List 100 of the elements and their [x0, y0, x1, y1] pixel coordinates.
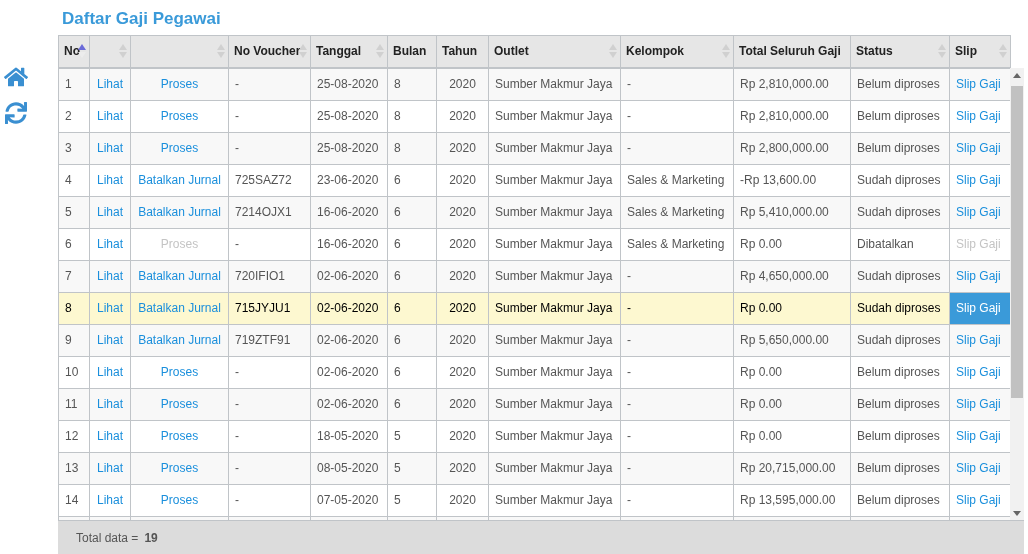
- scroll-up-icon[interactable]: [1013, 72, 1021, 78]
- column-header[interactable]: Bulan: [387, 35, 437, 68]
- action-link[interactable]: Proses: [160, 365, 199, 380]
- action-link[interactable]: Batalkan Jurnal: [138, 333, 221, 348]
- table-cell: 02-06-2020: [310, 356, 388, 389]
- table-cell: Belum diproses: [850, 388, 950, 421]
- slip-link[interactable]: Slip Gaji: [956, 77, 1001, 92]
- table-cell: Sumber Makmur Jaya: [488, 484, 621, 517]
- scrollbar-thumb[interactable]: [1011, 85, 1023, 398]
- table-cell: Sudah diproses: [850, 324, 950, 357]
- table-cell: -: [620, 292, 734, 325]
- column-header[interactable]: Kelompok: [620, 35, 734, 68]
- column-header[interactable]: Tanggal: [310, 35, 388, 68]
- slip-link[interactable]: Slip Gaji: [956, 365, 1001, 380]
- slip-link[interactable]: Slip Gaji: [956, 461, 1001, 476]
- column-header[interactable]: Tahun: [436, 35, 489, 68]
- view-link[interactable]: Lihat: [97, 301, 123, 316]
- table-cell: -: [620, 356, 734, 389]
- slip-link[interactable]: Slip Gaji: [956, 109, 1001, 124]
- table-cell: 2: [58, 100, 90, 133]
- table-cell: Rp 0.00: [733, 420, 851, 453]
- slip-link[interactable]: Slip Gaji: [956, 333, 1001, 348]
- view-link[interactable]: Lihat: [97, 109, 123, 124]
- action-link[interactable]: Batalkan Jurnal: [138, 269, 221, 284]
- column-header[interactable]: No: [58, 35, 90, 68]
- table-cell: 13: [58, 452, 90, 485]
- table-cell: Sumber Makmur Jaya: [488, 132, 621, 165]
- table-cell: 12: [58, 420, 90, 453]
- action-link[interactable]: Proses: [160, 429, 199, 444]
- action-link[interactable]: Batalkan Jurnal: [138, 205, 221, 220]
- view-link[interactable]: Lihat: [97, 493, 123, 508]
- slip-link[interactable]: Slip Gaji: [956, 205, 1001, 220]
- home-icon[interactable]: [4, 66, 28, 88]
- table-cell: -: [228, 68, 311, 101]
- table-cell: Sumber Makmur Jaya: [488, 356, 621, 389]
- table-cell: -: [620, 100, 734, 133]
- table-cell: Sumber Makmur Jaya: [488, 324, 621, 357]
- refresh-icon[interactable]: [5, 102, 27, 124]
- table-cell: 5: [387, 420, 437, 453]
- table-cell: Rp 0.00: [733, 388, 851, 421]
- table-cell: Sales & Marketing: [620, 228, 734, 261]
- slip-link[interactable]: Slip Gaji: [956, 173, 1001, 188]
- table-cell: 25-08-2020: [310, 68, 388, 101]
- action-link[interactable]: Batalkan Jurnal: [138, 173, 221, 188]
- table-cell: Belum diproses: [850, 484, 950, 517]
- column-header[interactable]: No Voucher: [228, 35, 311, 68]
- slip-link[interactable]: Slip Gaji: [956, 301, 1001, 316]
- table-cell: -: [228, 420, 311, 453]
- table-cell: 14: [58, 484, 90, 517]
- column-header[interactable]: Total Seluruh Gaji: [733, 35, 851, 68]
- table-cell: 6: [387, 292, 437, 325]
- action-link[interactable]: Proses: [160, 461, 199, 476]
- column-header[interactable]: Outlet: [488, 35, 621, 68]
- table-cell: 02-06-2020: [310, 324, 388, 357]
- view-link[interactable]: Lihat: [97, 269, 123, 284]
- view-link[interactable]: Lihat: [97, 237, 123, 252]
- table-cell: 6: [387, 260, 437, 293]
- action-link[interactable]: Proses: [160, 77, 199, 92]
- slip-link[interactable]: Slip Gaji: [956, 269, 1001, 284]
- table-cell: Sudah diproses: [850, 164, 950, 197]
- slip-link[interactable]: Slip Gaji: [956, 429, 1001, 444]
- table-cell: Sumber Makmur Jaya: [488, 228, 621, 261]
- view-link[interactable]: Lihat: [97, 173, 123, 188]
- slip-link[interactable]: Slip Gaji: [956, 397, 1001, 412]
- table-cell: Belum diproses: [850, 100, 950, 133]
- table-cell: 02-06-2020: [310, 260, 388, 293]
- scroll-down-icon[interactable]: [1013, 510, 1021, 516]
- action-link[interactable]: Proses: [160, 109, 199, 124]
- view-link[interactable]: Lihat: [97, 77, 123, 92]
- table-cell: 719ZTF91: [228, 324, 311, 357]
- view-link[interactable]: Lihat: [97, 333, 123, 348]
- table-cell: 2020: [436, 228, 489, 261]
- table-cell: 2020: [436, 452, 489, 485]
- table-cell: -: [228, 452, 311, 485]
- column-header[interactable]: Status: [850, 35, 950, 68]
- view-link[interactable]: Lihat: [97, 365, 123, 380]
- table-cell: -: [620, 388, 734, 421]
- table-cell: 3: [58, 132, 90, 165]
- column-header[interactable]: Slip: [949, 35, 1011, 68]
- view-link[interactable]: Lihat: [97, 429, 123, 444]
- view-link[interactable]: Lihat: [97, 205, 123, 220]
- table-cell: -: [228, 484, 311, 517]
- slip-link[interactable]: Slip Gaji: [956, 493, 1001, 508]
- table-cell: -: [228, 388, 311, 421]
- table-cell: -Rp 13,600.00: [733, 164, 851, 197]
- table-cell: -: [620, 324, 734, 357]
- table-cell: 02-06-2020: [310, 292, 388, 325]
- scrollbar[interactable]: [1010, 67, 1024, 521]
- action-link[interactable]: Proses: [160, 141, 199, 156]
- action-link[interactable]: Batalkan Jurnal: [138, 301, 221, 316]
- view-link[interactable]: Lihat: [97, 461, 123, 476]
- slip-link[interactable]: Slip Gaji: [956, 141, 1001, 156]
- action-link[interactable]: Proses: [160, 397, 199, 412]
- action-link[interactable]: Proses: [160, 493, 199, 508]
- view-link[interactable]: Lihat: [97, 141, 123, 156]
- table-cell: 720IFIO1: [228, 260, 311, 293]
- table-cell: 7214OJX1: [228, 196, 311, 229]
- table-cell: 2020: [436, 196, 489, 229]
- table-cell: 6: [387, 196, 437, 229]
- view-link[interactable]: Lihat: [97, 397, 123, 412]
